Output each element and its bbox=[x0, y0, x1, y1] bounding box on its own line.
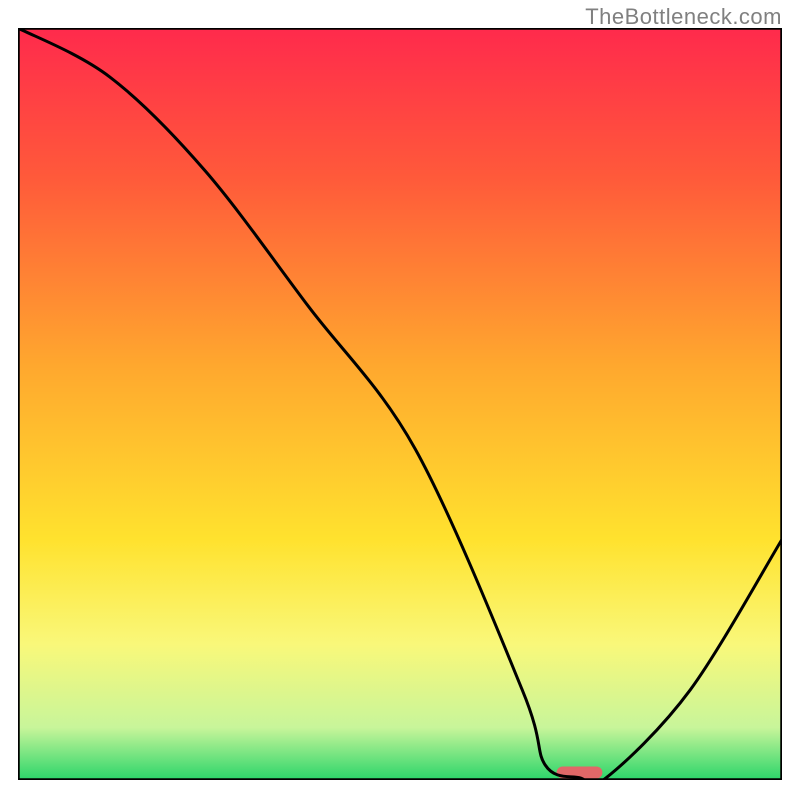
plot-area bbox=[18, 28, 782, 780]
chart-svg bbox=[18, 28, 782, 780]
watermark-text: TheBottleneck.com bbox=[585, 4, 782, 30]
gradient-backdrop bbox=[18, 28, 782, 780]
chart-container: TheBottleneck.com bbox=[0, 0, 800, 800]
